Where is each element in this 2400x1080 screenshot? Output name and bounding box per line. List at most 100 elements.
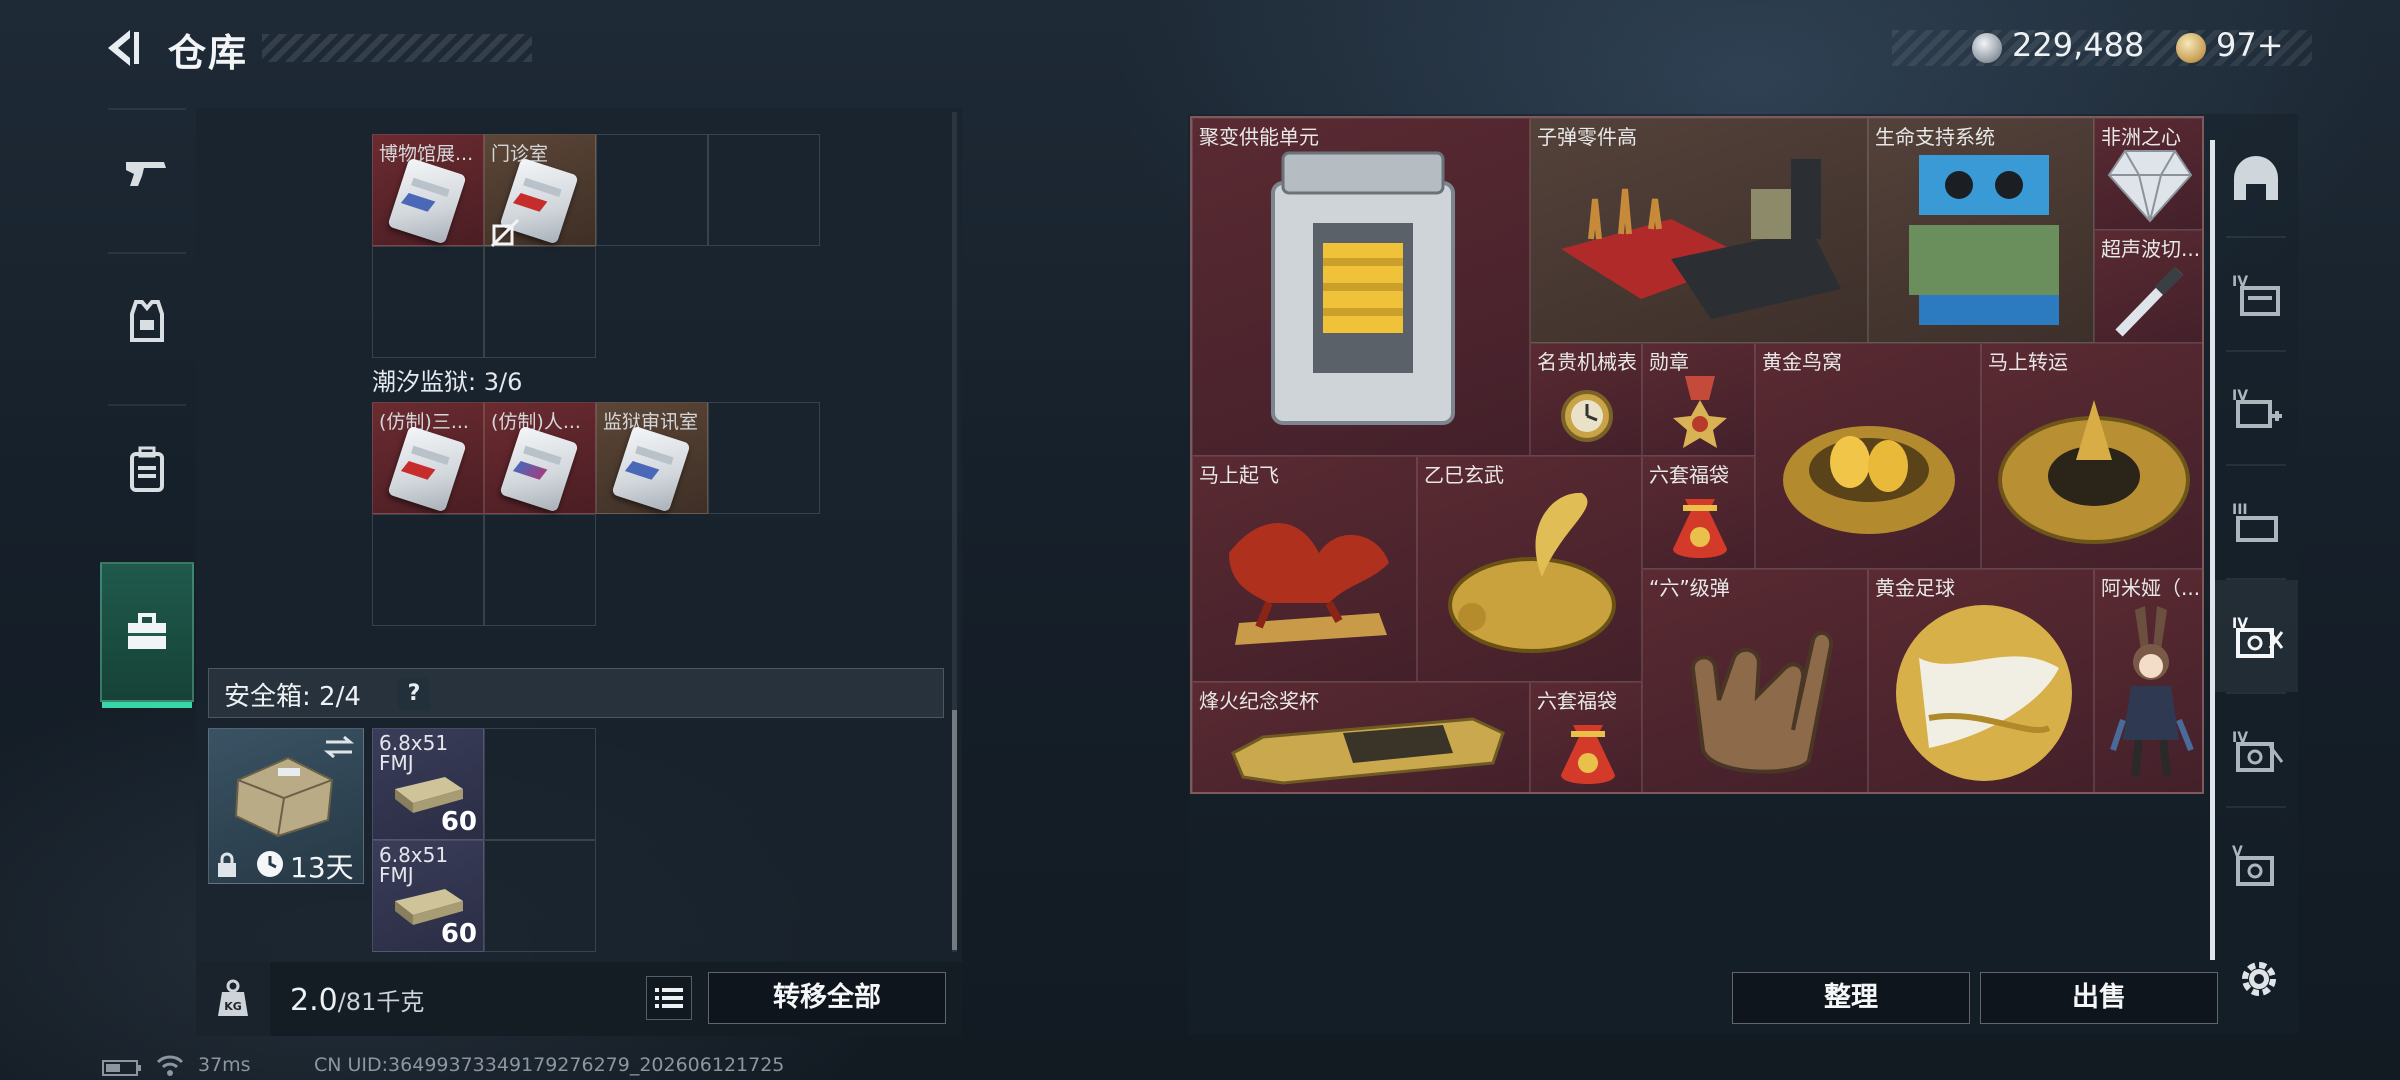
- transfer-all-button[interactable]: 转移全部: [708, 972, 946, 1024]
- toolbox-icon: [128, 613, 166, 649]
- sell-button[interactable]: 出售: [1980, 972, 2218, 1024]
- bullet-parts-icon: [1561, 159, 1841, 319]
- ammo-name: 6.8x51 FMJ: [379, 731, 449, 775]
- grid-item-life-support[interactable]: 生命支持系统: [1868, 118, 2094, 343]
- grid-item-watch[interactable]: 名贵机械表: [1530, 343, 1642, 456]
- item-label: 勋章: [1649, 350, 1689, 374]
- grid-item-medal[interactable]: 勋章: [1642, 343, 1755, 456]
- nav-backpack[interactable]: [100, 404, 194, 534]
- fusion-unit-icon: [1271, 151, 1455, 425]
- container-tab-6[interactable]: IV: [2214, 694, 2298, 806]
- ammo-count: 60: [440, 919, 477, 949]
- grid-item-hand-sign[interactable]: “六”级弹: [1642, 569, 1868, 792]
- empty-slot[interactable]: [484, 840, 596, 952]
- item-label: 马上转运: [1988, 350, 2068, 374]
- money-amount: 229,488: [2012, 26, 2145, 64]
- keycard-icon: [499, 425, 579, 513]
- container-grid: 聚变供能单元 子弹零件高 生命支持系统 非洲之心 超声波切... 名贵机械表 勋…: [1190, 116, 2204, 794]
- stash-item[interactable]: (仿制)三...: [372, 402, 484, 514]
- container-tab-5-active[interactable]: IV: [2214, 580, 2298, 692]
- nav-toolbox[interactable]: [100, 562, 194, 708]
- empty-slot[interactable]: [372, 514, 484, 626]
- golden-football-icon: [1896, 605, 2072, 781]
- container-v-icon: V: [2232, 844, 2274, 886]
- weight-kg-icon: KG: [218, 979, 248, 1016]
- container-tab-4[interactable]: III: [2214, 466, 2298, 578]
- max-weight: /81千克: [337, 988, 425, 1016]
- stash-grid-2: (仿制)三... (仿制)人... 监狱审讯室: [372, 402, 820, 626]
- diamond-icon: [2107, 150, 2193, 223]
- ammo-item[interactable]: 6.8x51 FMJ 60: [372, 840, 484, 952]
- battery-icon: [102, 1060, 141, 1076]
- container-iv-icon: IV: [2232, 274, 2280, 316]
- hand-sign-icon: [1690, 630, 1834, 774]
- grid-item-diamond[interactable]: 非洲之心: [2094, 118, 2202, 230]
- container-tab-3[interactable]: IV: [2214, 352, 2298, 464]
- keycard-icon: [611, 425, 691, 513]
- nav-armor[interactable]: [100, 256, 194, 386]
- safe-case-icon: [234, 756, 334, 838]
- container-iv-b-icon: IV: [2232, 730, 2284, 772]
- empty-slot[interactable]: [708, 402, 820, 514]
- empty-slot[interactable]: [484, 728, 596, 840]
- grid-item-bullet-parts[interactable]: 子弹零件高: [1530, 118, 1868, 343]
- stash-item[interactable]: 监狱审讯室: [596, 402, 708, 514]
- grid-item-lucky-bag[interactable]: 六套福袋: [1642, 456, 1755, 569]
- golden-disc-icon: [1998, 400, 2190, 544]
- grid-item-golden-turtle[interactable]: 乙巳玄武: [1417, 456, 1642, 682]
- golden-turtle-icon: [1448, 492, 1616, 653]
- empty-slot[interactable]: [484, 514, 596, 626]
- grid-item-golden-football[interactable]: 黄金足球: [1868, 569, 2094, 792]
- vest-icon: [130, 300, 164, 342]
- container-iv-plus-icon: IV: [2232, 388, 2282, 428]
- grid-item-golden-disc[interactable]: 马上转运: [1981, 343, 2202, 569]
- item-label: 子弹零件高: [1537, 125, 1637, 149]
- empty-slot[interactable]: [372, 246, 484, 358]
- trophy-icon: [1231, 717, 1505, 785]
- backpack-icon: [130, 446, 164, 492]
- help-button[interactable]: ?: [398, 678, 430, 710]
- item-label: 六套福袋: [1537, 689, 1617, 713]
- ammo-count: 60: [440, 807, 477, 837]
- empty-slot[interactable]: [484, 246, 596, 358]
- sort-button[interactable]: 整理: [1732, 972, 1970, 1024]
- grid-item-lucky-bag[interactable]: 六套福袋: [1530, 682, 1642, 792]
- dome-icon: [2234, 156, 2278, 200]
- gear-icon[interactable]: [2236, 956, 2282, 1002]
- swap-icon[interactable]: [322, 734, 356, 760]
- keycard-icon: [387, 157, 467, 245]
- svg-text:III: III: [2232, 502, 2248, 518]
- safe-box-grid: 6.8x51 FMJ 60 6.8x51 FMJ 60: [372, 728, 596, 952]
- container-tab-7[interactable]: V: [2214, 808, 2298, 920]
- grid-item-ultrasonic-cutter[interactable]: 超声波切...: [2094, 230, 2202, 343]
- safe-box-label: 安全箱: 2/4: [224, 682, 361, 712]
- horse-statue-icon: [1229, 523, 1389, 645]
- empty-slot[interactable]: [708, 134, 820, 246]
- token-amount[interactable]: 97+: [2216, 26, 2284, 64]
- section-label-prison: 潮汐监狱: 3/6: [372, 368, 523, 396]
- carry-weight: 2.0/81千克: [290, 982, 424, 1018]
- grid-item-fusion-unit[interactable]: 聚变供能单元: [1192, 118, 1530, 456]
- stash-scroll-thumb[interactable]: [952, 710, 957, 950]
- container-tab-1[interactable]: [2214, 124, 2298, 236]
- stash-item[interactable]: (仿制)人...: [484, 402, 596, 514]
- gold-coin-icon: [2176, 33, 2206, 63]
- grid-item-trophy[interactable]: 烽火纪念奖杯: [1192, 682, 1530, 792]
- grid-item-golden-nest[interactable]: 黄金鸟窝: [1755, 343, 1981, 569]
- item-label: 黄金足球: [1875, 576, 1955, 600]
- ammo-item[interactable]: 6.8x51 FMJ 60: [372, 728, 484, 840]
- grid-item-horse-statue[interactable]: 马上起飞: [1192, 456, 1417, 682]
- page-title: 仓库: [168, 31, 249, 75]
- nav-weapons[interactable]: [100, 108, 194, 238]
- stash-item[interactable]: 博物馆展...: [372, 134, 484, 246]
- list-view-button[interactable]: [646, 976, 692, 1020]
- item-label: 监狱审讯室: [603, 411, 699, 433]
- category-nav: [100, 108, 194, 708]
- safe-box-days-remaining: 13天: [290, 851, 354, 884]
- back-arrow-icon[interactable]: [100, 26, 144, 70]
- golden-nest-icon: [1783, 426, 1955, 534]
- container-tab-2[interactable]: IV: [2214, 238, 2298, 350]
- medal-icon: [1673, 376, 1727, 448]
- grid-item-amiya-figure[interactable]: 阿米娅（...: [2094, 569, 2202, 792]
- empty-slot[interactable]: [596, 134, 708, 246]
